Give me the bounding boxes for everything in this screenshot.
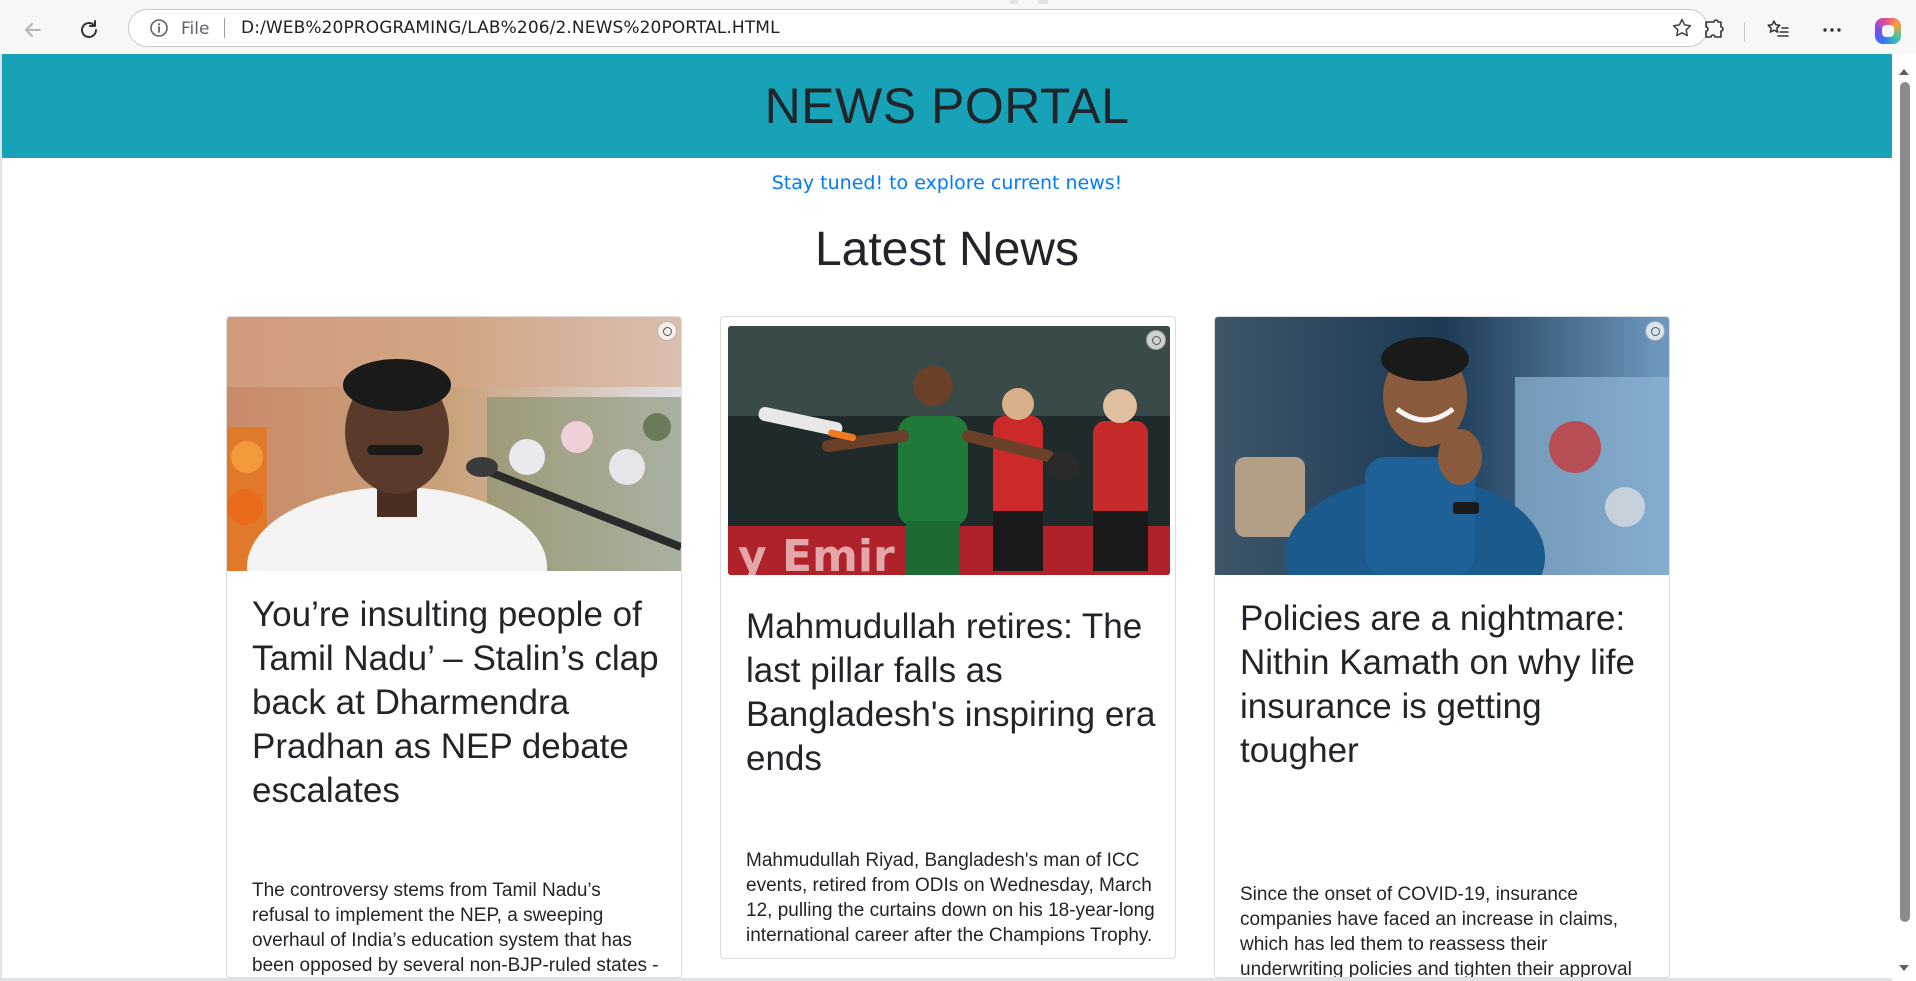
vertical-scrollbar[interactable] [1892,54,1916,981]
scroll-down-arrow-icon[interactable] [1898,958,1910,977]
news-image-mahmudullah: y Emir [728,326,1170,575]
page-header: NEWS PORTAL [2,54,1892,158]
card-text: Mahmudullah Riyad, Bangladesh's man of I… [746,850,1155,946]
svg-text:y Emir: y Emir [738,531,895,575]
card-title[interactable]: Mahmudullah retires: The last pillar fal… [746,605,1156,781]
card-text: The controversy stems from Tamil Nadu’s … [252,880,659,976]
page-viewport: NEWS PORTAL Stay tuned! to explore curre… [2,54,1892,978]
reload-icon[interactable] [71,12,107,48]
page-title: NEWS PORTAL [764,78,1130,134]
more-menu-icon[interactable] [1816,14,1848,46]
news-image-stalin [227,317,681,571]
url-text[interactable]: D:/WEB%20PROGRAMING/LAB%206/2.NEWS%20POR… [241,18,780,38]
visual-search-icon[interactable] [1645,321,1665,341]
info-icon[interactable] [149,18,169,42]
card-title[interactable]: You’re insulting people of Tamil Nadu’ –… [252,593,662,813]
visual-search-icon[interactable] [657,321,677,341]
extensions-icon[interactable] [1698,14,1730,46]
section-title: Latest News [814,223,1080,276]
news-card-2: y Emir Mahmudullah retires: The last pil… [720,316,1176,959]
news-image-nithin-kamath [1215,317,1669,575]
star-icon[interactable] [1671,17,1693,43]
toolbar-divider [1744,22,1745,42]
tagline: Stay tuned! to explore current news! [771,172,1123,194]
card-text: Since the onset of COVID-19, insurance c… [1240,884,1632,978]
protocol-label: File [181,19,210,39]
scrollbar-thumb[interactable] [1900,82,1910,922]
card-title[interactable]: Policies are a nightmare: Nithin Kamath … [1240,597,1650,773]
visual-search-icon[interactable] [1146,330,1166,350]
news-card-3: Policies are a nightmare: Nithin Kamath … [1214,316,1670,978]
copilot-icon[interactable] [1875,18,1901,44]
back-arrow-icon[interactable] [15,12,51,48]
news-card-1: You’re insulting people of Tamil Nadu’ –… [226,316,682,978]
browser-toolbar: File D:/WEB%20PROGRAMING/LAB%206/2.NEWS%… [0,4,1916,54]
scroll-up-arrow-icon[interactable] [1898,62,1910,81]
address-bar[interactable]: File D:/WEB%20PROGRAMING/LAB%206/2.NEWS%… [128,9,1708,47]
favorites-list-icon[interactable] [1762,14,1794,46]
address-divider [224,18,225,38]
